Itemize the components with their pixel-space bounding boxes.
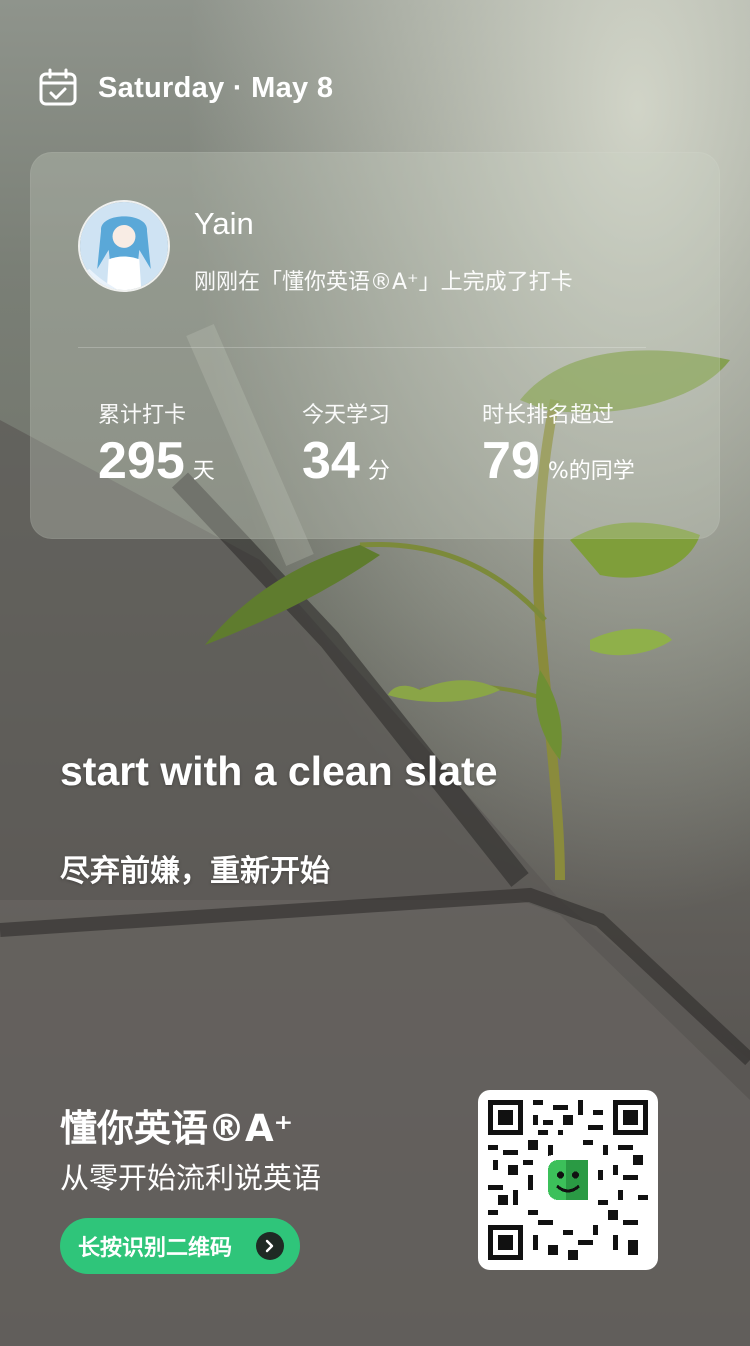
stat-value: 79 (482, 432, 540, 490)
chevron-right-icon (256, 1232, 284, 1260)
stat-unit: %的同学 (547, 459, 635, 484)
date-label: Saturday · May 8 (98, 71, 334, 104)
stat-value: 34 (302, 432, 360, 490)
username: Yain (194, 206, 254, 241)
date-header: Saturday · May 8 (38, 68, 333, 108)
stat-total-checkins: 累计打卡 295 天 (98, 397, 215, 487)
avatar[interactable] (78, 200, 170, 292)
checkin-card: Yain 刚刚在「懂你英语®A⁺」上完成了打卡 累计打卡 295 天 今天学习 … (30, 152, 720, 539)
qr-code-icon (488, 1100, 648, 1260)
scan-qr-label: 长按识别二维码 (78, 1236, 233, 1261)
qr-code[interactable] (478, 1090, 658, 1270)
stat-label: 累计打卡 (98, 403, 187, 428)
brand-title: 懂你英语®A⁺ (60, 1107, 294, 1150)
stat-ranking: 时长排名超过 79 %的同学 (482, 397, 635, 487)
stat-unit: 分 (367, 459, 390, 484)
scan-qr-button[interactable]: 长按识别二维码 (60, 1218, 300, 1274)
stat-unit: 天 (192, 459, 215, 484)
stat-label: 今天学习 (302, 403, 391, 428)
stat-label: 时长排名超过 (482, 403, 615, 428)
stat-value: 295 (98, 432, 185, 490)
quote-chinese: 尽弃前嫌，重新开始 (60, 854, 330, 889)
calendar-check-icon (39, 68, 77, 106)
quote-english: start with a clean slate (60, 748, 498, 794)
checkin-message: 刚刚在「懂你英语®A⁺」上完成了打卡 (194, 270, 573, 295)
brand-subtitle: 从零开始流利说英语 (60, 1161, 322, 1195)
stat-today-study: 今天学习 34 分 (302, 397, 390, 487)
divider (78, 347, 646, 348)
